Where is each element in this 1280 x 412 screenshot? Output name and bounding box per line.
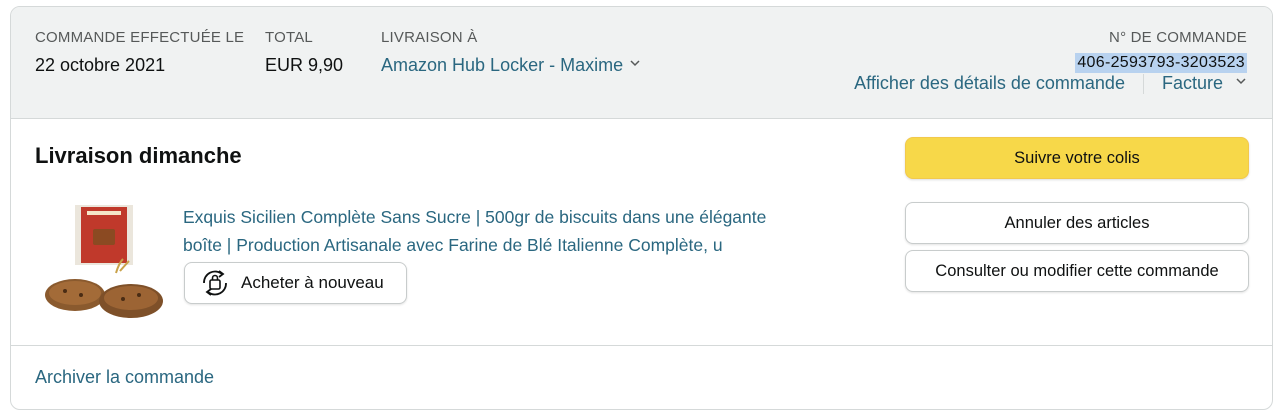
total-label: TOTAL — [265, 29, 313, 46]
order-header: COMMANDE EFFECTUÉE LE 22 octobre 2021 TO… — [11, 7, 1272, 119]
order-details-link[interactable]: Afficher des détails de commande — [854, 73, 1125, 94]
buy-again-icon — [203, 270, 227, 296]
buy-again-label: Acheter à nouveau — [241, 273, 384, 292]
order-date-label: COMMANDE EFFECTUÉE LE — [35, 29, 245, 46]
ship-to-name: Amazon Hub Locker - Maxime — [381, 55, 624, 75]
order-number[interactable]: 406-2593793-3203523 — [1075, 53, 1247, 73]
delivery-status-title: Livraison dimanche — [35, 143, 242, 168]
chevron-down-icon — [630, 60, 640, 67]
order-card: COMMANDE EFFECTUÉE LE 22 octobre 2021 TO… — [10, 6, 1273, 410]
invoice-link: Facture — [1161, 73, 1223, 93]
order-number-label: N° DE COMMANDE — [1109, 29, 1247, 46]
view-edit-order-button[interactable]: Consulter ou modifier cette commande — [905, 250, 1249, 292]
track-package-button[interactable]: Suivre votre colis — [905, 137, 1249, 179]
cancel-items-button[interactable]: Annuler des articles — [905, 202, 1249, 244]
product-title-line-1: Exquis Sicilien Complète Sans Sucre | 50… — [183, 207, 767, 227]
order-number-section: N° DE COMMANDE 406-2593793-3203523 — [1075, 29, 1247, 73]
order-date-section: COMMANDE EFFECTUÉE LE 22 octobre 2021 — [35, 29, 244, 76]
shipment-section: Livraison dimanche Exquis Sicilien Compl… — [11, 119, 1272, 345]
product-title-line-2: boîte | Production Artisanale avec Farin… — [183, 235, 723, 255]
ship-to-label: LIVRAISON À — [381, 29, 478, 46]
chevron-down-icon — [1236, 78, 1246, 85]
ship-to-dropdown[interactable]: Amazon Hub Locker - Maxime — [381, 54, 641, 76]
ship-to-section: LIVRAISON À Amazon Hub Locker - Maxime — [381, 29, 641, 76]
buy-again-button[interactable]: Acheter à nouveau — [184, 262, 407, 304]
invoice-dropdown[interactable]: Facture — [1162, 73, 1247, 94]
footer-divider — [11, 345, 1272, 346]
product-image[interactable] — [41, 203, 167, 327]
total-section: TOTAL EUR 9,90 — [265, 29, 343, 76]
link-divider — [1142, 73, 1144, 94]
product-title-link[interactable]: Exquis Sicilien Complète Sans Sucre | 50… — [183, 203, 843, 259]
header-links: Afficher des détails de commande Facture — [854, 73, 1247, 94]
order-total: EUR 9,90 — [265, 55, 344, 75]
order-date: 22 octobre 2021 — [35, 55, 166, 75]
archive-order-link[interactable]: Archiver la commande — [35, 367, 214, 388]
